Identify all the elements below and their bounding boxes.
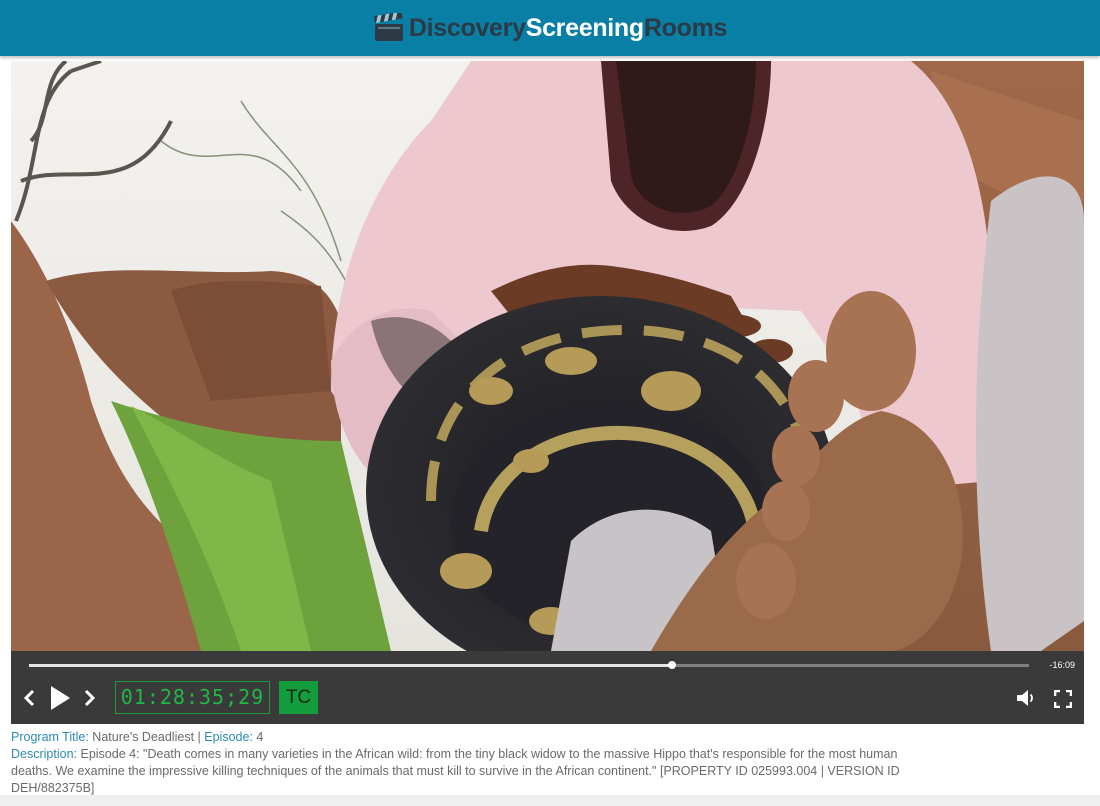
program-info: Program Title: Nature's Deadliest | Epis… <box>11 729 941 797</box>
video-still-image <box>11 61 1084 651</box>
player-controls-bar: -16:09 01:28:35;29 TC <box>11 651 1084 724</box>
timecode-display: 01:28:35;29 <box>115 681 270 714</box>
logo-text-rooms: Rooms <box>643 13 728 42</box>
program-title-line: Program Title: Nature's Deadliest | Epis… <box>11 729 941 746</box>
program-title-label: Program Title: <box>11 730 89 744</box>
discovery-screening-rooms-logo[interactable]: Discovery Screening Rooms <box>373 13 727 43</box>
top-header-bar: Discovery Screening Rooms <box>0 0 1100 56</box>
timecode-toggle-button[interactable]: TC <box>279 681 318 714</box>
description-label: Description: <box>11 747 77 761</box>
clapperboard-icon <box>373 13 403 41</box>
episode-value: 4 <box>256 730 264 744</box>
program-title-value: Nature's Deadliest <box>92 730 195 744</box>
volume-icon[interactable] <box>1016 689 1036 707</box>
episode-label: Episode: <box>204 730 253 744</box>
chevron-right-icon[interactable] <box>82 688 96 708</box>
fullscreen-icon[interactable] <box>1054 690 1072 708</box>
chevron-left-icon[interactable] <box>23 688 37 708</box>
progress-fill <box>29 664 672 667</box>
logo-text-discovery: Discovery <box>408 13 526 42</box>
description-line: Description: Episode 4: "Death comes in … <box>11 746 941 797</box>
progress-scrubber[interactable] <box>29 661 1029 669</box>
progress-handle[interactable] <box>668 661 676 669</box>
play-icon[interactable] <box>49 685 71 711</box>
page-bottom-edge <box>0 795 1100 806</box>
title-separator: | <box>197 730 201 744</box>
time-remaining: -16:09 <box>1049 660 1075 670</box>
logo-text-screening: Screening <box>525 13 644 42</box>
video-frame[interactable] <box>11 61 1084 651</box>
description-text: Episode 4: "Death comes in many varietie… <box>11 747 900 795</box>
